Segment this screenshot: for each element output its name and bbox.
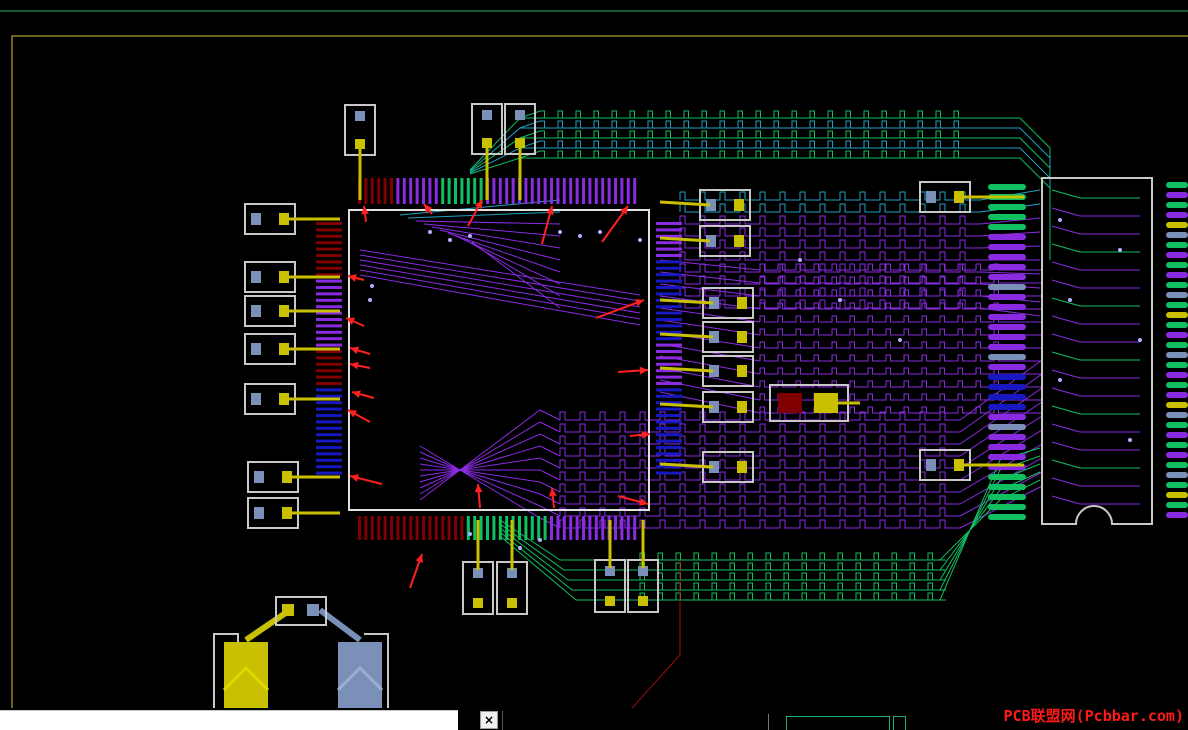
- pcb-layout-canvas[interactable]: [0, 0, 1188, 708]
- close-icon[interactable]: ×: [480, 711, 498, 729]
- pane-tab[interactable]: [786, 716, 890, 730]
- pane-divider: [768, 714, 769, 730]
- command-pane[interactable]: [0, 710, 458, 730]
- pane-tab-small[interactable]: [893, 716, 906, 730]
- watermark-text: PCB联盟网(Pcbbar.com): [1003, 707, 1184, 725]
